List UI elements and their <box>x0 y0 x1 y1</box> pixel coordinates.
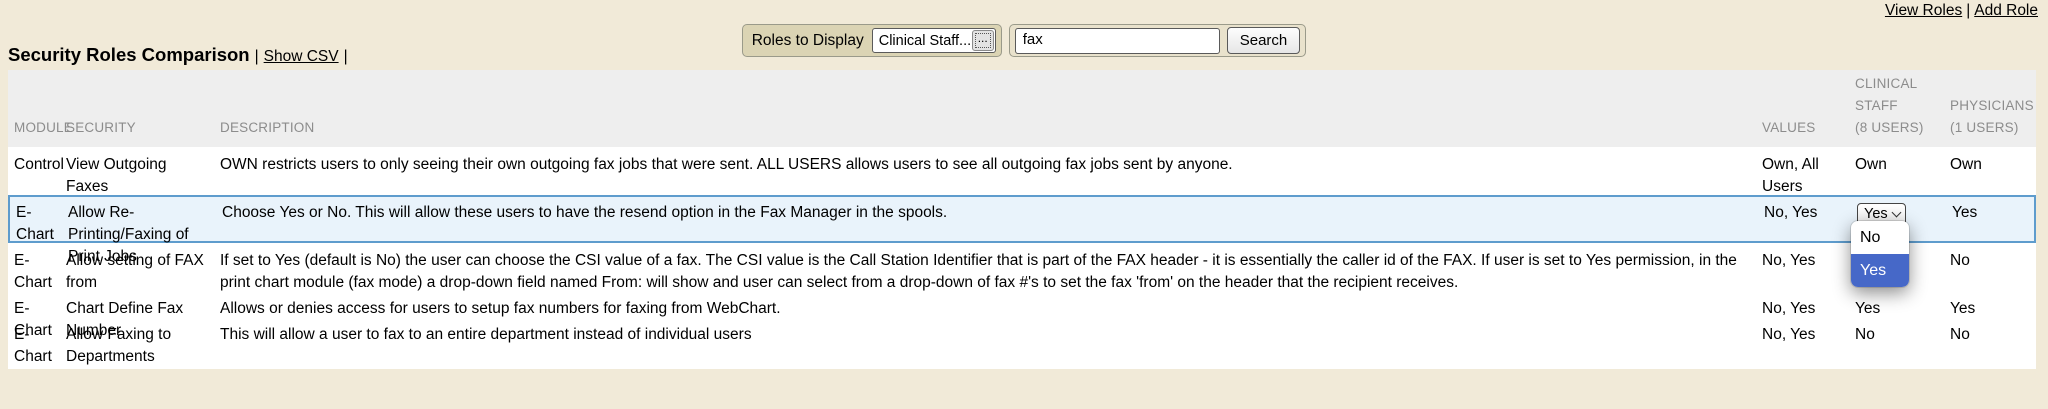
search-group: fax Search <box>1009 24 1307 57</box>
cell-module: E-Chart <box>8 324 60 368</box>
view-roles-link[interactable]: View Roles <box>1885 2 1962 19</box>
cell-security: Allow setting of FAX from <box>60 250 214 294</box>
cell-description: Choose Yes or No. This will allow these … <box>216 202 1758 224</box>
dropdown-option-yes[interactable]: Yes <box>1851 254 1909 287</box>
cell-physicians[interactable]: No <box>1944 250 2036 272</box>
cell-values: No, Yes <box>1758 202 1851 224</box>
security-roles-page: { "colors": { "page_background": "#f1ead… <box>0 0 2048 409</box>
cell-description: If set to Yes (default is No) the user c… <box>214 250 1756 294</box>
table-row: E-Chart Chart Define Fax Number Allows o… <box>8 293 2036 319</box>
cell-values: No, Yes <box>1756 324 1849 346</box>
search-button[interactable]: Search <box>1227 27 1301 54</box>
roles-to-display-group: Roles to Display Clinical Staff... ... <box>742 24 1002 57</box>
cell-module: E-Chart <box>8 250 60 294</box>
column-header-security: SECURITY <box>60 117 214 147</box>
security-roles-table: MODULE SECURITY DESCRIPTION VALUES CLINI… <box>8 70 2036 369</box>
roles-selector[interactable]: Clinical Staff... ... <box>872 28 996 53</box>
show-csv-link[interactable]: Show CSV <box>264 48 339 66</box>
title-separator: | <box>344 48 348 66</box>
column-header-clinical-staff: CLINICAL STAFF (8 USERS) <box>1849 73 1944 147</box>
cell-clinical-staff[interactable]: Yes <box>1849 298 1944 320</box>
roles-to-display-label: Roles to Display <box>752 32 864 50</box>
chevron-down-icon <box>1892 208 1902 218</box>
column-header-description: DESCRIPTION <box>214 117 1756 147</box>
table-row: E-Chart Allow Faxing to Departments This… <box>8 319 2036 369</box>
search-input[interactable]: fax <box>1015 28 1220 54</box>
cell-values: No, Yes <box>1756 298 1849 320</box>
cell-physicians[interactable]: No <box>1944 324 2036 346</box>
cell-module: Control <box>8 154 60 176</box>
header-links: View Roles|Add Role <box>1885 2 2038 20</box>
table-row-highlighted: E-Chart Allow Re-Printing/Faxing of Prin… <box>8 195 2036 243</box>
column-header-module: MODULE <box>8 117 60 147</box>
cell-clinical-staff[interactable]: No <box>1849 324 1944 346</box>
title-separator: | <box>255 48 259 66</box>
table-row: E-Chart Allow setting of FAX from If set… <box>8 243 2036 293</box>
add-role-link[interactable]: Add Role <box>1974 2 2038 19</box>
cell-description: Allows or denies access for users to set… <box>214 298 1756 320</box>
cell-security: Allow Faxing to Departments <box>60 324 214 368</box>
roles-selector-ellipsis-button[interactable]: ... <box>972 30 994 51</box>
cell-description: OWN restricts users to only seeing their… <box>214 154 1756 176</box>
cell-description: This will allow a user to fax to an enti… <box>214 324 1756 346</box>
cell-security: View Outgoing Faxes <box>60 154 214 198</box>
table-row: Control View Outgoing Faxes OWN restrict… <box>8 147 2036 195</box>
cell-physicians[interactable]: Yes <box>1946 202 2038 224</box>
cell-values: Own, All Users <box>1756 154 1849 198</box>
cell-physicians[interactable]: Yes <box>1944 298 2036 320</box>
cell-values: No, Yes <box>1756 250 1849 272</box>
dropdown-option-no[interactable]: No <box>1851 221 1909 254</box>
column-header-physicians: PHYSICIANS (1 USERS) <box>1944 95 2036 147</box>
cell-module: E-Chart <box>10 202 62 246</box>
column-header-values: VALUES <box>1756 117 1849 147</box>
cell-physicians[interactable]: Own <box>1944 154 2036 176</box>
roles-selector-value: Clinical Staff... <box>879 33 972 49</box>
select-dropdown-menu: No Yes <box>1851 221 1909 287</box>
title-bar: Security Roles Comparison | Show CSV | <box>8 44 353 66</box>
cell-clinical-staff[interactable]: Own <box>1849 154 1944 176</box>
page-title: Security Roles Comparison <box>8 44 250 66</box>
table-header-row: MODULE SECURITY DESCRIPTION VALUES CLINI… <box>8 70 2036 147</box>
links-separator: | <box>1966 2 1970 19</box>
